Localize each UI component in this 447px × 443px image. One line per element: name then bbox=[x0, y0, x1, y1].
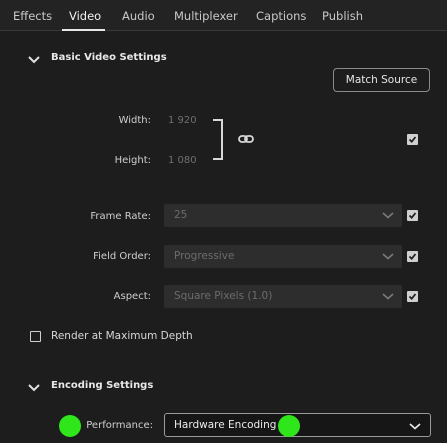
height-value[interactable]: 1 080 bbox=[168, 155, 197, 166]
tab-multiplexer[interactable]: Multiplexer bbox=[174, 9, 238, 23]
field-order-checkbox[interactable] bbox=[407, 251, 418, 262]
height-label: Height: bbox=[114, 155, 151, 166]
width-label: Width: bbox=[118, 115, 151, 126]
aspect-label: Aspect: bbox=[113, 291, 151, 302]
checkmark-icon bbox=[408, 136, 417, 143]
tab-bar: Effects Video Audio Multiplexer Captions… bbox=[0, 0, 447, 31]
tab-effects[interactable]: Effects bbox=[13, 9, 52, 23]
performance-value: Hardware Encoding bbox=[174, 419, 277, 431]
section-title: Encoding Settings bbox=[51, 380, 154, 391]
render-max-depth-checkbox[interactable] bbox=[30, 331, 41, 342]
basic-video-settings-header[interactable]: Basic Video Settings bbox=[0, 50, 447, 70]
tab-captions[interactable]: Captions bbox=[256, 9, 306, 23]
field-order-label: Field Order: bbox=[93, 251, 151, 262]
dimension-bracket bbox=[213, 119, 223, 160]
aspect-checkbox[interactable] bbox=[407, 291, 418, 302]
frame-rate-select[interactable]: 25 bbox=[164, 204, 402, 227]
section-title: Basic Video Settings bbox=[51, 52, 167, 63]
checkmark-icon bbox=[408, 212, 417, 219]
chevron-down-icon bbox=[382, 293, 394, 300]
tab-publish[interactable]: Publish bbox=[322, 9, 363, 23]
dimensions-checkbox[interactable] bbox=[407, 134, 418, 145]
chevron-down-icon bbox=[28, 384, 40, 392]
tab-audio[interactable]: Audio bbox=[122, 9, 155, 23]
chevron-down-icon bbox=[28, 56, 40, 64]
aspect-value: Square Pixels (1.0) bbox=[174, 290, 273, 302]
field-order-select[interactable]: Progressive bbox=[164, 245, 402, 268]
width-value[interactable]: 1 920 bbox=[168, 115, 197, 126]
chevron-down-icon bbox=[382, 212, 394, 219]
field-order-value: Progressive bbox=[174, 250, 235, 262]
aspect-select[interactable]: Square Pixels (1.0) bbox=[164, 285, 402, 308]
frame-rate-value: 25 bbox=[174, 209, 188, 221]
checkmark-icon bbox=[408, 253, 417, 260]
chevron-down-icon bbox=[382, 253, 394, 260]
link-icon[interactable] bbox=[238, 132, 254, 146]
performance-label: Performance: bbox=[86, 420, 153, 431]
checkmark-icon bbox=[408, 293, 417, 300]
marker-dot bbox=[278, 415, 300, 437]
match-source-button[interactable]: Match Source bbox=[333, 68, 430, 92]
frame-rate-label: Frame Rate: bbox=[90, 211, 151, 222]
frame-rate-checkbox[interactable] bbox=[407, 210, 418, 221]
tab-video[interactable]: Video bbox=[69, 9, 101, 23]
render-max-depth-label: Render at Maximum Depth bbox=[51, 330, 193, 342]
encoding-settings-header[interactable]: Encoding Settings bbox=[0, 378, 447, 398]
chevron-down-icon bbox=[409, 423, 421, 430]
